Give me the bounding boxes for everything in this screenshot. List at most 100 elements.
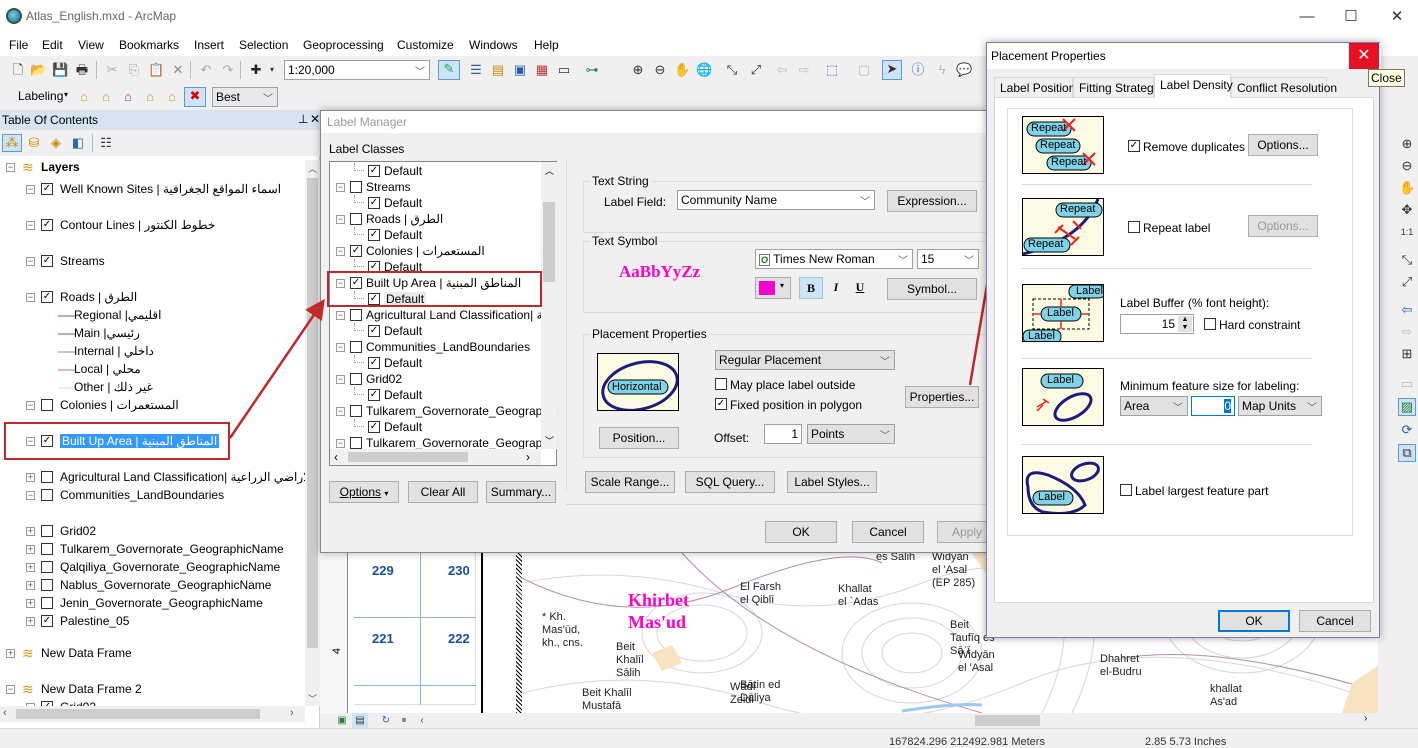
close-dialog-button[interactable]: ✕ [1349, 43, 1379, 69]
position-button[interactable]: Position... [599, 427, 679, 449]
scroll-left-icon[interactable]: ‹ [414, 713, 430, 729]
save-icon[interactable]: 💾 [52, 62, 68, 78]
layer-name[interactable]: Communities_LandBoundaries [60, 488, 224, 502]
layer-visibility-checkbox[interactable] [41, 489, 53, 501]
label-class-checkbox[interactable] [350, 309, 362, 321]
new-document-icon[interactable]: 🗋 [10, 62, 26, 78]
catalog-window-icon[interactable]: ▤ [490, 62, 506, 78]
layer-name[interactable]: Jenin_Governorate_GeographicName [60, 596, 263, 610]
python-window-icon[interactable]: ▭ [556, 62, 572, 78]
label-class-checkbox[interactable]: ✓ [368, 165, 380, 177]
text-color-picker[interactable]: ▾ [755, 277, 791, 299]
menu-file[interactable]: File [9, 38, 28, 52]
change-layout-icon[interactable]: ⟳ [1399, 422, 1415, 438]
collapse-icon[interactable]: − [336, 247, 345, 256]
expression-button[interactable]: Expression... [887, 190, 977, 212]
may-place-outside-checkbox[interactable] [715, 378, 727, 390]
open-icon[interactable]: 📂 [30, 62, 46, 78]
scroll-thumb[interactable] [543, 202, 555, 282]
scroll-left-icon[interactable]: ‹ [334, 450, 338, 464]
layer-visibility-checkbox[interactable] [41, 399, 53, 411]
tab-conflict-resolution[interactable]: Conflict Resolution [1231, 77, 1337, 97]
cancel-button[interactable]: Cancel [1299, 610, 1371, 632]
add-data-dropdown-icon[interactable]: ▾ [264, 62, 280, 78]
modelbuilder-icon[interactable]: ⊶ [584, 62, 600, 78]
menu-insert[interactable]: Insert [194, 38, 224, 52]
arctoolbox-icon[interactable]: ▦ [534, 62, 550, 78]
collapse-icon[interactable]: − [26, 491, 35, 500]
layout-zoom-out-icon[interactable]: ⊖ [1399, 158, 1415, 174]
tree-hscrollbar[interactable]: ‹ › [330, 449, 541, 465]
collapse-icon[interactable]: − [336, 311, 345, 320]
label-class-checkbox[interactable] [350, 437, 362, 449]
placement-type-select[interactable]: Regular Placement ﹀ [715, 350, 895, 370]
select-features-icon[interactable]: ⬚ [824, 62, 840, 78]
focus-data-frame-icon[interactable]: ▨ [1398, 398, 1416, 416]
expand-icon[interactable]: + [26, 473, 35, 482]
menu-geoprocessing[interactable]: Geoprocessing [303, 38, 384, 52]
layer-name[interactable]: Qalqiliya_Governorate_GeographicName [60, 560, 280, 574]
list-by-selection-icon[interactable]: ◧ [70, 135, 86, 151]
label-class-checkbox[interactable]: ✓ [368, 229, 380, 241]
min-size-units-select[interactable]: Map Units ﹀ [1238, 396, 1322, 416]
label-classes-tree[interactable]: ✓ Default − Streams ✓ Default − Roads | الط… [329, 161, 558, 466]
menu-windows[interactable]: Windows [469, 38, 518, 52]
menu-bookmarks[interactable]: Bookmarks [119, 38, 179, 52]
fixed-zoom-in-icon[interactable]: ⤡ [724, 62, 740, 78]
scale-range-button[interactable]: Scale Range... [585, 471, 675, 493]
label-styles-button[interactable]: Label Styles... [787, 471, 877, 493]
expand-icon[interactable]: + [26, 599, 35, 608]
layer-name[interactable]: Streams [60, 254, 105, 268]
collapse-icon[interactable]: − [26, 257, 35, 266]
tree-vscrollbar[interactable]: ︿ ﹀ [541, 162, 557, 449]
toc-hscrollbar[interactable]: ‹ › [0, 706, 305, 722]
menu-view[interactable]: View [78, 38, 104, 52]
hscroll-thumb[interactable] [16, 709, 260, 719]
go-back-extent-icon[interactable]: ⇦ [1399, 302, 1415, 318]
ok-button[interactable]: OK [765, 521, 837, 543]
symbol-button[interactable]: Symbol... [887, 278, 977, 300]
label-class-checkbox[interactable]: ✓ [368, 421, 380, 433]
layer-visibility-checkbox[interactable]: ✓ [41, 183, 53, 195]
cut-icon[interactable]: ✂ [104, 62, 120, 78]
fixed-zoom-out-icon[interactable]: ⤢ [748, 62, 764, 78]
layer-visibility-checkbox[interactable] [41, 543, 53, 555]
collapse-icon[interactable]: − [336, 215, 345, 224]
layer-name[interactable]: Grid02 [60, 524, 96, 538]
scroll-thumb[interactable] [307, 178, 318, 648]
tab-fitting-strategy[interactable]: Fitting Strategy [1073, 77, 1160, 97]
collapse-icon[interactable]: − [26, 185, 35, 194]
clear-selection-icon[interactable]: ▢ [856, 62, 872, 78]
hard-constraint-checkbox[interactable] [1204, 318, 1216, 330]
label-class-checkbox[interactable] [350, 213, 362, 225]
lock-labels-icon[interactable]: ⌂ [142, 89, 158, 105]
label-class-checkbox[interactable] [350, 181, 362, 193]
full-extent-icon[interactable]: 🌐 [696, 62, 712, 78]
expand-icon[interactable]: + [6, 649, 15, 658]
close-icon[interactable]: ✕ [310, 112, 320, 126]
layout-view-icon[interactable]: ▤ [352, 713, 368, 729]
bold-toggle[interactable]: B [799, 277, 823, 299]
collapse-icon[interactable]: − [336, 439, 345, 448]
layer-name[interactable]: Nablus_Governorate_GeographicName [60, 578, 271, 592]
label-manager-icon[interactable]: ⌂ [76, 89, 92, 105]
data-view-icon[interactable]: ▣ [334, 713, 350, 729]
view-unplaced-labels-icon[interactable]: ✖ [184, 87, 206, 107]
layout-pan-icon[interactable]: ✋ [1399, 180, 1415, 196]
hscroll-thumb[interactable] [348, 452, 468, 462]
label-field-select[interactable]: Community Name ﹀ [677, 190, 875, 210]
expand-icon[interactable]: + [26, 581, 35, 590]
data-driven-pages-icon[interactable]: ⧉ [1398, 444, 1416, 462]
html-popup-icon[interactable]: 💬 [956, 62, 972, 78]
layer-visibility-checkbox[interactable] [41, 525, 53, 537]
collapse-icon[interactable]: − [26, 401, 35, 410]
forward-extent-icon[interactable]: ⇨ [796, 62, 812, 78]
scroll-left-icon[interactable]: ‹ [3, 707, 7, 719]
back-extent-icon[interactable]: ⇦ [774, 62, 790, 78]
properties-button[interactable]: Properties... [905, 386, 979, 408]
toc-scrollbar[interactable]: ︿ ﹀ [305, 160, 320, 706]
copy-icon[interactable]: ⎘ [126, 62, 142, 78]
refresh-icon[interactable]: ↻ [378, 713, 394, 729]
expand-icon[interactable]: + [26, 527, 35, 536]
map-hscroll-thumb[interactable] [975, 715, 1040, 726]
